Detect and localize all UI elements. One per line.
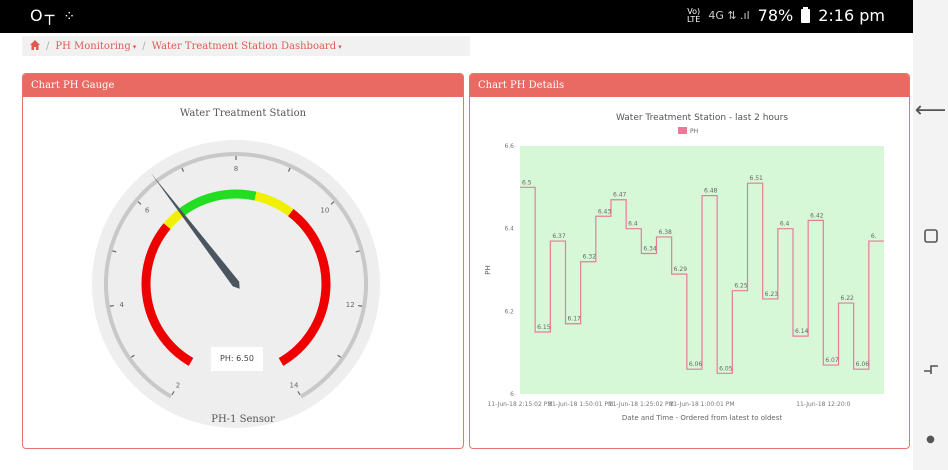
battery-icon (801, 6, 811, 23)
status-bar: O┬ ⁘ Vo) LTE 4G ⇅ .ıl 78% 2:16 pm (0, 0, 913, 33)
x-tick-label: 11-Jun-18 2:15:02 PM (487, 401, 552, 408)
y-tick-label: 6 (510, 391, 514, 398)
data-label: 6.51 (750, 175, 764, 182)
battery-percent: 78% (757, 6, 794, 25)
gauge-tick-label: 6 (145, 206, 150, 214)
data-label: 6.07 (825, 357, 839, 364)
data-label: 6.37 (552, 233, 566, 240)
gauge-tick-label: 10 (320, 206, 329, 214)
breadcrumb-separator: / (46, 40, 50, 52)
gauge-tick-label: 14 (290, 381, 299, 389)
gauge-readout: PH: 6.50 (210, 346, 264, 372)
caret-down-icon: ▾ (338, 42, 342, 51)
notification-icons: O┬ ⁘ (30, 6, 77, 25)
caret-down-icon: ▾ (132, 42, 137, 51)
dots-icon: ⁘ (63, 9, 78, 25)
key-icon: O┬ (30, 6, 57, 25)
details-panel-header: Chart PH Details (470, 74, 909, 97)
data-label: 6.14 (795, 328, 809, 335)
data-label: 6.43 (598, 208, 612, 215)
data-label: 6.06 (856, 361, 870, 368)
y-axis-label: PH (484, 265, 492, 275)
data-label: 6.06 (689, 361, 703, 368)
signal-icon: 4G ⇅ .ıl (708, 9, 750, 22)
data-label: 6.48 (704, 188, 718, 195)
status-indicators: Vo) LTE 4G ⇅ .ıl 78% 2:16 pm (687, 6, 885, 25)
back-icon[interactable]: ⟵ (913, 98, 948, 123)
home-icon[interactable] (30, 39, 40, 53)
gauge-tick-label: 8 (234, 165, 238, 173)
system-navigation-bar: ⟵ ● (913, 0, 948, 470)
data-label: 6.5 (522, 179, 532, 186)
data-label: 6.23 (765, 291, 779, 298)
x-tick-label: 11-Jun-18 1:50:01 PM (548, 401, 613, 408)
data-label: 6.34 (643, 245, 657, 252)
data-label: 6.29 (674, 266, 688, 273)
data-label: 6. (871, 233, 877, 240)
data-label: 6.05 (719, 365, 733, 372)
data-label: 6.22 (841, 295, 855, 302)
data-label: 6.17 (568, 316, 582, 323)
data-label: 6.42 (810, 212, 824, 219)
gauge-tick (358, 304, 363, 307)
recents-icon[interactable] (913, 360, 948, 382)
gauge-tick-label: 12 (346, 301, 355, 309)
breadcrumb-dashboard[interactable]: Water Treatment Station Dashboard ▾ (152, 41, 342, 52)
home-icon[interactable] (913, 228, 948, 248)
y-tick-label: 6.4 (504, 226, 514, 233)
x-tick-label: 11-Jun-18 1:25:02 PM (609, 401, 674, 408)
gauge-tick (109, 304, 114, 307)
details-panel: Chart PH Details Water Treatment Station… (469, 73, 910, 449)
data-label: 6.38 (659, 229, 673, 236)
x-axis-label: Date and Time - Ordered from latest to o… (622, 414, 782, 422)
data-label: 6.15 (537, 324, 551, 331)
x-tick-label: 11-Jun-18 1:00:01 PM (669, 401, 734, 408)
y-tick-label: 6.2 (504, 308, 514, 315)
legend-label: PH (690, 128, 698, 135)
gauge-panel-header: Chart PH Gauge (23, 74, 463, 97)
data-label: 6.25 (734, 283, 748, 290)
gauge-tick-label: 4 (120, 301, 125, 309)
ph-gauge: 2 4 6 8 10 12 14 (92, 140, 380, 428)
ph-line-chart: Water Treatment Station - last 2 hours PH… (484, 113, 884, 422)
nav-dot-icon: ● (926, 434, 935, 445)
data-label: 6.47 (613, 192, 627, 199)
chart-title: Water Treatment Station - last 2 hours (616, 113, 788, 123)
gauge-tick-label: 2 (176, 381, 180, 389)
data-label: 6.4 (628, 221, 638, 228)
x-tick-label: 11-Jun-18 12:20:0 (796, 401, 851, 408)
y-tick-label: 6.6 (504, 143, 514, 150)
legend-swatch (678, 127, 687, 134)
breadcrumb: / PH Monitoring ▾ / Water Treatment Stati… (22, 36, 470, 56)
clock: 2:16 pm (818, 6, 885, 25)
breadcrumb-ph-monitoring[interactable]: PH Monitoring ▾ (55, 41, 136, 52)
data-label: 6.32 (583, 254, 597, 261)
volte-indicator: Vo) LTE (687, 6, 701, 24)
breadcrumb-separator: / (142, 40, 146, 52)
data-label: 6.4 (780, 221, 790, 228)
sensor-label: PH-1 Sensor (211, 414, 275, 425)
gauge-panel: Chart PH Gauge Water Treatment Station 2… (22, 73, 464, 449)
